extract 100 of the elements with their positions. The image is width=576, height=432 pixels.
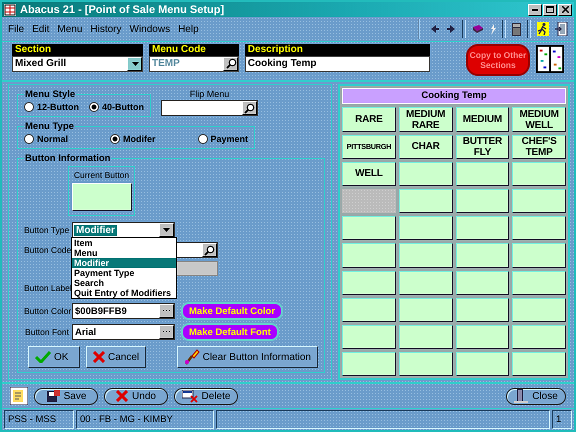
menu-title: Cooking Temp — [342, 88, 566, 104]
menu-item[interactable]: File — [8, 24, 24, 35]
make-default-font-button[interactable]: Make Default Font — [181, 323, 279, 342]
grid-layout-icon[interactable] — [536, 44, 564, 74]
menu-button[interactable]: RARE — [342, 107, 396, 132]
menu-button[interactable]: MEDIUM WELL — [512, 107, 566, 132]
radio-button[interactable] — [24, 134, 34, 144]
list-option[interactable]: Item — [72, 238, 176, 248]
save-button[interactable]: Save — [34, 388, 98, 405]
menu-button[interactable] — [456, 189, 510, 214]
menu-button[interactable] — [398, 298, 452, 322]
menu-button[interactable]: MEDIUM RARE — [398, 107, 452, 132]
undo-button[interactable]: Undo — [104, 388, 168, 405]
button-type-dropdown[interactable]: Modifier — [72, 222, 175, 238]
menu-item[interactable]: Help — [178, 24, 199, 35]
search-icon — [226, 58, 237, 70]
close-button[interactable] — [558, 4, 572, 16]
radio-button[interactable] — [198, 134, 208, 144]
notepad-icon[interactable] — [10, 387, 28, 406]
back-arrow-icon[interactable] — [430, 24, 440, 34]
menu-item[interactable]: Windows — [130, 24, 170, 35]
button-label-label: Button Label — [24, 283, 70, 294]
maximize-button[interactable] — [543, 4, 557, 16]
delete-button[interactable]: Delete — [174, 388, 238, 405]
button-color-field[interactable]: $00B9FFB9 — [72, 303, 175, 320]
description-field[interactable]: Cooking Temp — [244, 56, 430, 72]
menu-button[interactable] — [512, 243, 566, 268]
description-label: Description — [244, 44, 430, 56]
runner-icon[interactable] — [537, 22, 549, 36]
menu-button[interactable] — [456, 243, 510, 268]
radio-option[interactable]: Normal — [24, 134, 68, 144]
menu-item[interactable]: Edit — [32, 24, 50, 35]
menu-button[interactable] — [512, 216, 566, 240]
status-panel: 00 - FB - MG - KIMBY — [76, 410, 214, 429]
forward-arrow-icon[interactable] — [446, 24, 456, 34]
menu-button[interactable] — [456, 270, 510, 295]
calculator-icon[interactable] — [512, 22, 521, 36]
menu-button[interactable] — [342, 270, 396, 295]
menu-button[interactable] — [398, 216, 452, 240]
menu-button[interactable]: CHAR — [398, 134, 452, 159]
radio-button[interactable] — [24, 102, 34, 112]
menu-button[interactable]: WELL — [342, 162, 396, 186]
close-button[interactable]: Close — [506, 388, 566, 405]
radio-button[interactable] — [110, 134, 120, 144]
list-option[interactable]: Menu — [72, 248, 176, 258]
menu-button[interactable] — [456, 298, 510, 322]
menu-button[interactable] — [398, 325, 452, 350]
make-default-color-button[interactable]: Make Default Color — [181, 302, 284, 320]
menu-button[interactable]: MEDIUM — [456, 107, 510, 132]
menu-button[interactable] — [398, 270, 452, 295]
list-option[interactable]: Quit Entry of Modifiers — [72, 288, 176, 298]
minimize-icon — [532, 8, 538, 11]
clear-button[interactable]: Clear Button Information — [176, 346, 318, 368]
book-icon[interactable] — [472, 24, 484, 34]
exit-door-icon[interactable] — [555, 22, 568, 36]
menu-button[interactable]: BUTTER FLY — [456, 134, 510, 159]
minimize-button[interactable] — [528, 4, 542, 16]
menu-button[interactable] — [512, 325, 566, 350]
flip-menu-field[interactable] — [161, 100, 258, 116]
menu-button[interactable] — [512, 352, 566, 376]
menu-button[interactable] — [398, 352, 452, 376]
menu-button[interactable] — [456, 325, 510, 350]
radio-option[interactable]: 40-Button — [89, 102, 144, 112]
menu-button[interactable] — [398, 189, 452, 214]
menu-button[interactable] — [342, 325, 396, 350]
button-font-field[interactable]: Arial — [72, 324, 175, 340]
menu-button[interactable] — [456, 162, 510, 186]
save-icon — [46, 390, 60, 403]
button-information-label: Button Information — [24, 153, 112, 164]
empty-slot — [342, 189, 396, 214]
menu-item[interactable]: Menu — [57, 24, 82, 35]
menu-button[interactable] — [512, 298, 566, 322]
menu-button[interactable] — [398, 162, 452, 186]
menu-button[interactable] — [342, 216, 396, 240]
radio-option[interactable]: Payment — [198, 134, 248, 144]
menu-button[interactable] — [456, 216, 510, 240]
list-option[interactable]: Search — [72, 278, 176, 288]
menu-button[interactable] — [512, 270, 566, 295]
window-title: Abacus 21 - [Point of Sale Menu Setup] — [20, 4, 226, 16]
status-panel: 1 — [552, 410, 572, 429]
ok-button[interactable]: OK — [28, 346, 80, 368]
list-option[interactable]: Payment Type — [72, 268, 176, 278]
menu-button[interactable] — [342, 243, 396, 268]
menu-button[interactable] — [398, 243, 452, 268]
menu-code-label: Menu Code — [148, 44, 239, 56]
cancel-button[interactable]: Cancel — [86, 346, 146, 368]
search-icon — [204, 244, 215, 256]
menu-button[interactable] — [512, 189, 566, 214]
menu-button[interactable] — [456, 352, 510, 376]
radio-option[interactable]: Modifer — [110, 134, 156, 144]
section-dropdown[interactable]: Mixed Grill — [12, 56, 143, 72]
radio-button[interactable] — [89, 102, 99, 112]
menu-item[interactable]: History — [90, 24, 122, 35]
menu-button[interactable] — [512, 162, 566, 186]
menu-code-field[interactable]: TEMP — [148, 56, 239, 72]
menu-button[interactable] — [342, 352, 396, 376]
list-option[interactable]: Modifier — [72, 258, 176, 268]
radio-option[interactable]: 12-Button — [24, 102, 79, 112]
menu-button[interactable] — [342, 298, 396, 322]
menu-button[interactable]: CHEF'S TEMP — [512, 134, 566, 159]
